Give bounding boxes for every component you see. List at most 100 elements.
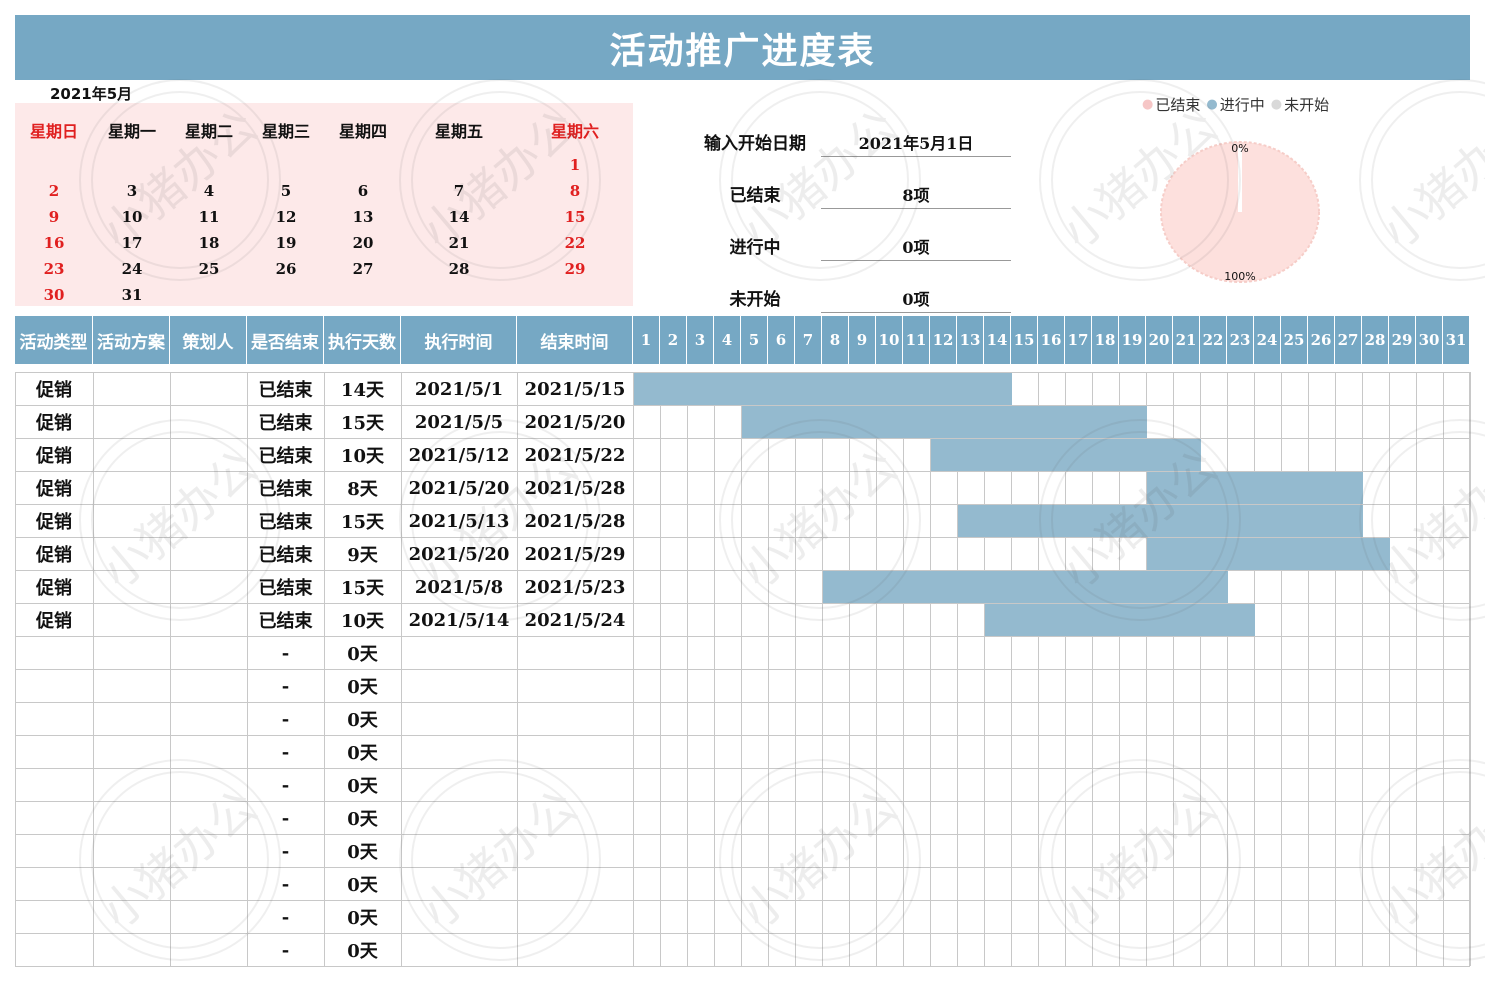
- activity-type-cell[interactable]: 促销: [15, 439, 93, 471]
- activity-type-cell[interactable]: [15, 769, 93, 801]
- owner-cell[interactable]: [170, 505, 247, 537]
- activity-type-cell[interactable]: 促销: [15, 406, 93, 438]
- calendar-day[interactable]: 17: [122, 234, 143, 252]
- status-cell[interactable]: 已结束: [247, 505, 324, 537]
- status-cell[interactable]: -: [247, 934, 324, 966]
- status-cell[interactable]: 已结束: [247, 538, 324, 570]
- owner-cell[interactable]: [170, 868, 247, 900]
- calendar-day[interactable]: 23: [44, 260, 65, 278]
- status-cell[interactable]: 已结束: [247, 472, 324, 504]
- calendar-day[interactable]: 19: [276, 234, 297, 252]
- activity-plan-cell[interactable]: [93, 934, 170, 966]
- activity-type-cell[interactable]: 促销: [15, 604, 93, 636]
- status-cell[interactable]: 已结束: [247, 439, 324, 471]
- end-date-cell[interactable]: 2021/5/15: [517, 373, 633, 405]
- end-date-cell[interactable]: 2021/5/23: [517, 571, 633, 603]
- end-date-cell[interactable]: 2021/5/28: [517, 505, 633, 537]
- gantt-bar[interactable]: [1147, 538, 1390, 570]
- end-date-cell[interactable]: [517, 835, 633, 867]
- activity-plan-cell[interactable]: [93, 868, 170, 900]
- calendar-day[interactable]: 16: [44, 234, 65, 252]
- activity-type-cell[interactable]: 促销: [15, 571, 93, 603]
- duration-cell[interactable]: 9天: [324, 538, 401, 570]
- start-date-cell[interactable]: [401, 802, 517, 834]
- calendar-day[interactable]: 2: [49, 182, 59, 200]
- owner-cell[interactable]: [170, 901, 247, 933]
- duration-cell[interactable]: 0天: [324, 769, 401, 801]
- start-date-cell[interactable]: 2021/5/1: [401, 373, 517, 405]
- start-date-cell[interactable]: 2021/5/8: [401, 571, 517, 603]
- owner-cell[interactable]: [170, 835, 247, 867]
- activity-plan-cell[interactable]: [93, 439, 170, 471]
- activity-type-cell[interactable]: [15, 637, 93, 669]
- calendar-day[interactable]: 4: [204, 182, 214, 200]
- activity-type-cell[interactable]: 促销: [15, 373, 93, 405]
- duration-cell[interactable]: 14天: [324, 373, 401, 405]
- start-date-cell[interactable]: 2021/5/12: [401, 439, 517, 471]
- calendar-day[interactable]: 26: [276, 260, 297, 278]
- activity-type-cell[interactable]: [15, 934, 93, 966]
- end-date-cell[interactable]: [517, 637, 633, 669]
- column-header[interactable]: 策划人: [170, 316, 247, 364]
- calendar-day[interactable]: 6: [358, 182, 368, 200]
- activity-type-cell[interactable]: [15, 703, 93, 735]
- activity-plan-cell[interactable]: [93, 373, 170, 405]
- activity-type-cell[interactable]: [15, 802, 93, 834]
- status-cell[interactable]: 已结束: [247, 373, 324, 405]
- status-cell[interactable]: -: [247, 769, 324, 801]
- owner-cell[interactable]: [170, 736, 247, 768]
- calendar-day[interactable]: 1: [570, 156, 580, 174]
- owner-cell[interactable]: [170, 439, 247, 471]
- activity-type-cell[interactable]: [15, 901, 93, 933]
- calendar-day[interactable]: 11: [199, 208, 220, 226]
- start-date-cell[interactable]: 2021/5/13: [401, 505, 517, 537]
- owner-cell[interactable]: [170, 538, 247, 570]
- start-date-cell[interactable]: [401, 670, 517, 702]
- activity-type-cell[interactable]: [15, 736, 93, 768]
- end-date-cell[interactable]: [517, 736, 633, 768]
- owner-cell[interactable]: [170, 802, 247, 834]
- status-cell[interactable]: -: [247, 802, 324, 834]
- column-header[interactable]: 执行天数: [324, 316, 401, 364]
- start-date-cell[interactable]: [401, 736, 517, 768]
- end-date-cell[interactable]: 2021/5/28: [517, 472, 633, 504]
- start-date-cell[interactable]: 2021/5/20: [401, 472, 517, 504]
- owner-cell[interactable]: [170, 571, 247, 603]
- calendar-day[interactable]: 20: [353, 234, 374, 252]
- calendar-day[interactable]: 5: [281, 182, 291, 200]
- status-cell[interactable]: 已结束: [247, 406, 324, 438]
- activity-plan-cell[interactable]: [93, 637, 170, 669]
- duration-cell[interactable]: 0天: [324, 868, 401, 900]
- owner-cell[interactable]: [170, 703, 247, 735]
- duration-cell[interactable]: 0天: [324, 934, 401, 966]
- calendar-day[interactable]: 8: [570, 182, 580, 200]
- calendar-day[interactable]: 12: [276, 208, 297, 226]
- calendar-day[interactable]: 30: [44, 286, 65, 304]
- activity-plan-cell[interactable]: [93, 571, 170, 603]
- calendar-day[interactable]: 25: [199, 260, 220, 278]
- owner-cell[interactable]: [170, 604, 247, 636]
- activity-plan-cell[interactable]: [93, 769, 170, 801]
- status-cell[interactable]: -: [247, 868, 324, 900]
- calendar-day[interactable]: 3: [127, 182, 137, 200]
- calendar-day[interactable]: 18: [199, 234, 220, 252]
- status-cell[interactable]: -: [247, 670, 324, 702]
- start-date-cell[interactable]: 2021/5/5: [401, 406, 517, 438]
- owner-cell[interactable]: [170, 769, 247, 801]
- owner-cell[interactable]: [170, 406, 247, 438]
- end-date-cell[interactable]: [517, 868, 633, 900]
- calendar-day[interactable]: 13: [353, 208, 374, 226]
- calendar-day[interactable]: 15: [565, 208, 586, 226]
- column-header[interactable]: 活动类型: [15, 316, 93, 364]
- duration-cell[interactable]: 15天: [324, 571, 401, 603]
- activity-plan-cell[interactable]: [93, 406, 170, 438]
- duration-cell[interactable]: 10天: [324, 604, 401, 636]
- activity-type-cell[interactable]: [15, 868, 93, 900]
- activity-type-cell[interactable]: [15, 835, 93, 867]
- calendar-day[interactable]: 10: [122, 208, 143, 226]
- activity-plan-cell[interactable]: [93, 670, 170, 702]
- status-cell[interactable]: 已结束: [247, 604, 324, 636]
- activity-plan-cell[interactable]: [93, 505, 170, 537]
- duration-cell[interactable]: 0天: [324, 670, 401, 702]
- owner-cell[interactable]: [170, 934, 247, 966]
